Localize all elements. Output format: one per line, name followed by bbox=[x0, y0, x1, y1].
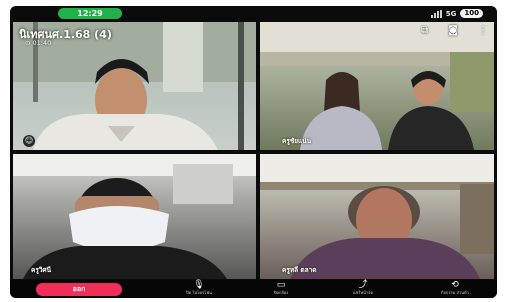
participant-4-video bbox=[260, 154, 494, 279]
mic-label: ปิด ไมโครโฟน bbox=[186, 290, 212, 295]
video-tile-3[interactable]: ครูวิศนี bbox=[13, 154, 256, 279]
call-timer: ⊙ 01:40 bbox=[25, 39, 51, 47]
phone-screen: 12:29 5G 100 นิเทศนศ.1.68 (4) ⊙ 01:40 ☺ bbox=[10, 6, 497, 298]
video-tile-2[interactable]: ⧉ ◙ ⋮ ครูชัยแน่น bbox=[260, 22, 494, 150]
mic-button[interactable]: 🎙︎ ปิด ไมโครโฟน bbox=[176, 281, 222, 296]
call-timer-value: 01:40 bbox=[32, 39, 52, 47]
picture-in-picture-icon[interactable]: ⧉ bbox=[421, 26, 428, 36]
share-label: แชร์หน้าจอ bbox=[353, 290, 373, 295]
share-button[interactable]: ⤴ แชร์หน้าจอ bbox=[340, 281, 386, 296]
flip-label: กิจกรรม ส่วนตัว bbox=[441, 290, 469, 295]
leave-call-button[interactable]: ออก bbox=[36, 283, 122, 296]
signal-icon bbox=[430, 9, 442, 18]
participant-name: ครูชัยแน่น bbox=[282, 137, 312, 145]
timer-icon: ⊙ bbox=[25, 39, 33, 47]
call-top-actions: ⧉ ◙ ⋮ bbox=[421, 26, 488, 36]
network-type: 5G bbox=[445, 9, 457, 18]
camera-icon: ▭ bbox=[276, 280, 286, 290]
status-time: 12:29 bbox=[58, 8, 122, 19]
video-label: ปิดกล้อง bbox=[273, 290, 289, 295]
participant-name: ครูหลี ตลาด bbox=[282, 266, 317, 274]
call-control-bar: ออก 🎙︎ ปิด ไมโครโฟน ▭ ปิดกล้อง ⤴ แชร์หน้… bbox=[10, 280, 497, 298]
emoji-icon[interactable]: ☺ bbox=[23, 135, 35, 147]
participant-name: ครูวิศนี bbox=[31, 266, 52, 274]
video-tile-1[interactable]: นิเทศนศ.1.68 (4) ⊙ 01:40 ☺ bbox=[13, 22, 256, 150]
battery-level: 100 bbox=[460, 9, 483, 18]
share-screen-icon: ⤴ bbox=[358, 280, 368, 290]
camera-switch-icon[interactable]: ◙ bbox=[448, 26, 458, 36]
flip-button[interactable]: ⟲ กิจกรรม ส่วนตัว bbox=[432, 281, 478, 296]
more-icon[interactable]: ⋮ bbox=[478, 26, 488, 36]
switch-camera-icon: ⟲ bbox=[451, 280, 459, 290]
video-tile-4[interactable]: ครูหลี ตลาด bbox=[260, 154, 494, 279]
participant-3-video bbox=[13, 154, 256, 279]
microphone-icon: 🎙︎ bbox=[193, 280, 205, 290]
participant-2-video bbox=[260, 22, 494, 150]
status-right: 5G 100 bbox=[430, 8, 483, 19]
video-button[interactable]: ▭ ปิดกล้อง bbox=[258, 281, 304, 296]
status-bar: 12:29 5G 100 bbox=[10, 6, 497, 20]
